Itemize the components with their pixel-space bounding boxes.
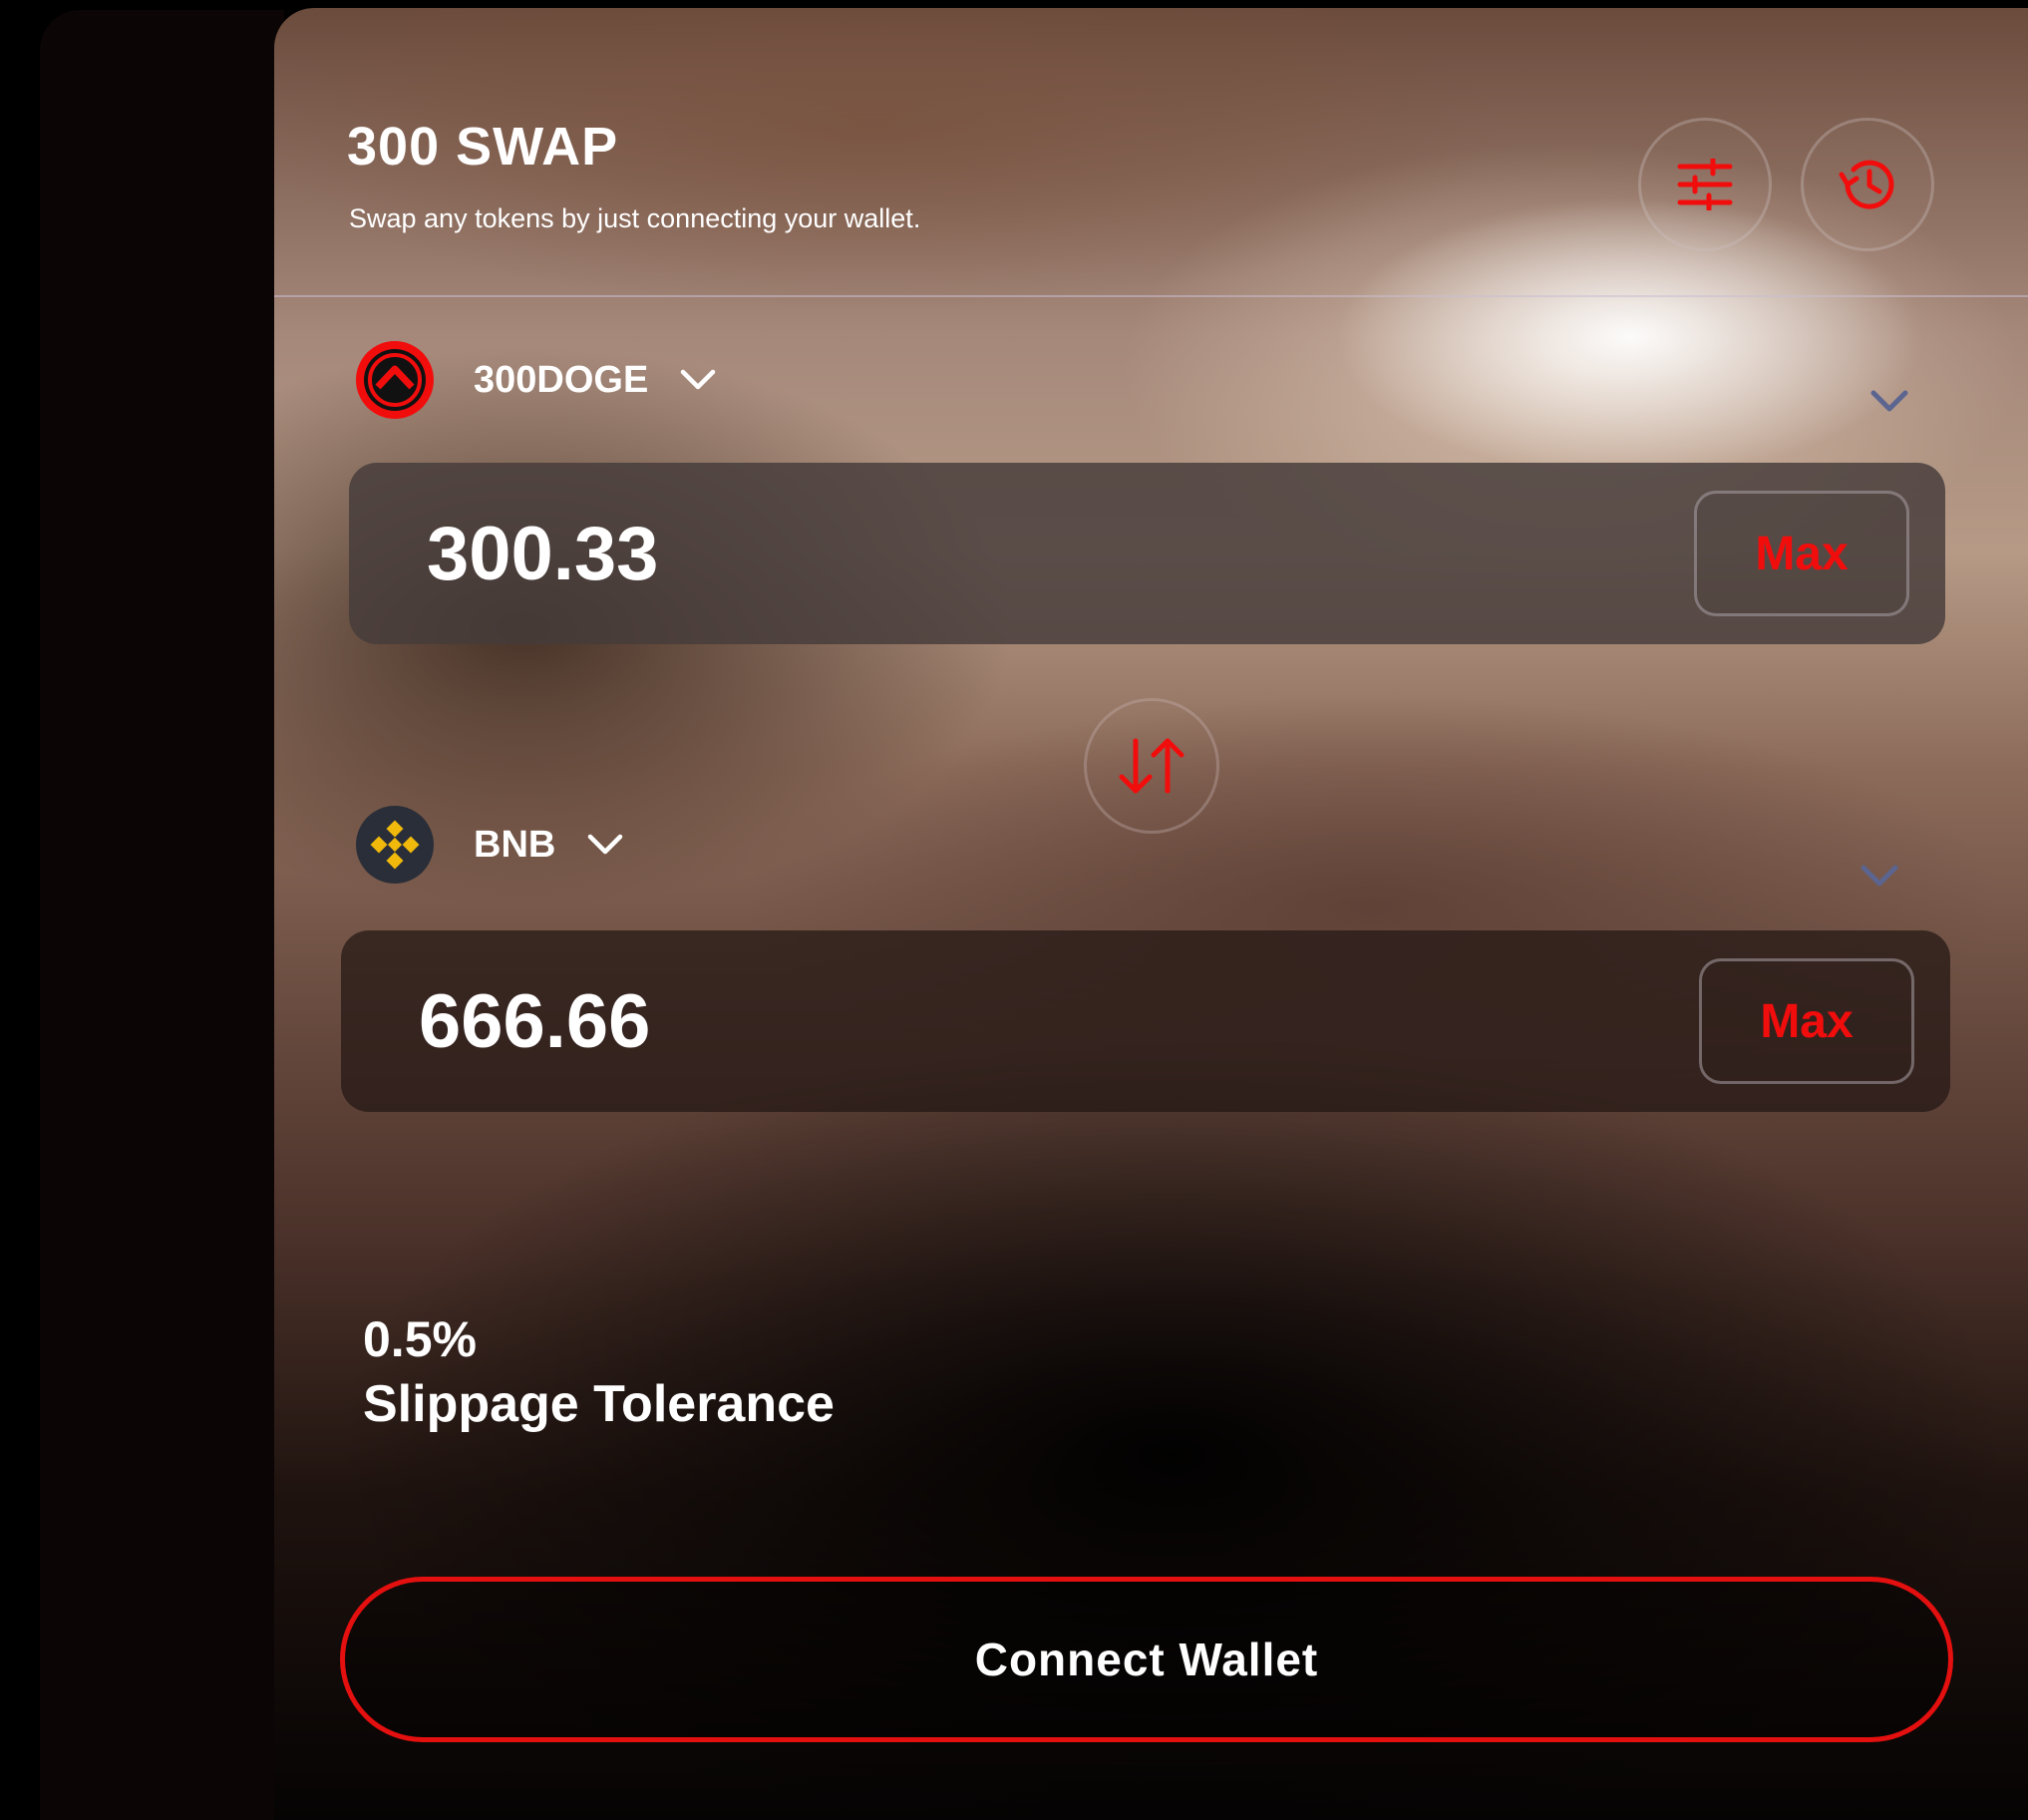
swap-direction-button[interactable] — [1084, 698, 1219, 834]
to-token-symbol: BNB — [474, 823, 556, 866]
doge-token-logo — [356, 341, 434, 419]
from-amount-box: 300.33 Max — [349, 463, 1945, 644]
to-amount-box: 666.66 Max — [341, 930, 1950, 1112]
swap-card: 300 SWAP Swap any tokens by just connect… — [274, 8, 2028, 1820]
chevron-down-icon — [680, 369, 716, 391]
swap-arrows-icon — [1119, 738, 1184, 794]
from-max-button[interactable]: Max — [1694, 491, 1909, 616]
to-max-button[interactable]: Max — [1699, 958, 1914, 1084]
sliders-icon — [1677, 159, 1733, 210]
connect-wallet-button[interactable]: Connect Wallet — [340, 1577, 1953, 1742]
from-token-selector[interactable]: 300DOGE — [356, 341, 716, 419]
to-amount-input[interactable]: 666.66 — [419, 978, 650, 1065]
slippage-label: Slippage Tolerance — [363, 1375, 835, 1433]
from-amount-input[interactable]: 300.33 — [427, 511, 658, 597]
page-subtitle: Swap any tokens by just connecting your … — [349, 203, 921, 233]
history-icon — [1839, 160, 1894, 209]
from-chevron-down-icon[interactable] — [1869, 389, 1909, 415]
to-chevron-down-icon[interactable] — [1859, 864, 1899, 890]
slippage-value[interactable]: 0.5% — [363, 1310, 477, 1368]
page-title: 300 SWAP — [347, 117, 619, 177]
bnb-token-logo — [356, 806, 434, 884]
side-panel — [40, 10, 284, 1820]
history-button[interactable] — [1801, 118, 1934, 251]
from-token-symbol: 300DOGE — [474, 358, 649, 401]
settings-button[interactable] — [1638, 118, 1772, 251]
to-token-selector[interactable]: BNB — [356, 806, 623, 884]
bnb-logo-icon — [370, 820, 420, 870]
doge-logo-icon — [364, 349, 426, 411]
header-divider — [274, 295, 2028, 297]
chevron-down-icon — [587, 834, 623, 856]
